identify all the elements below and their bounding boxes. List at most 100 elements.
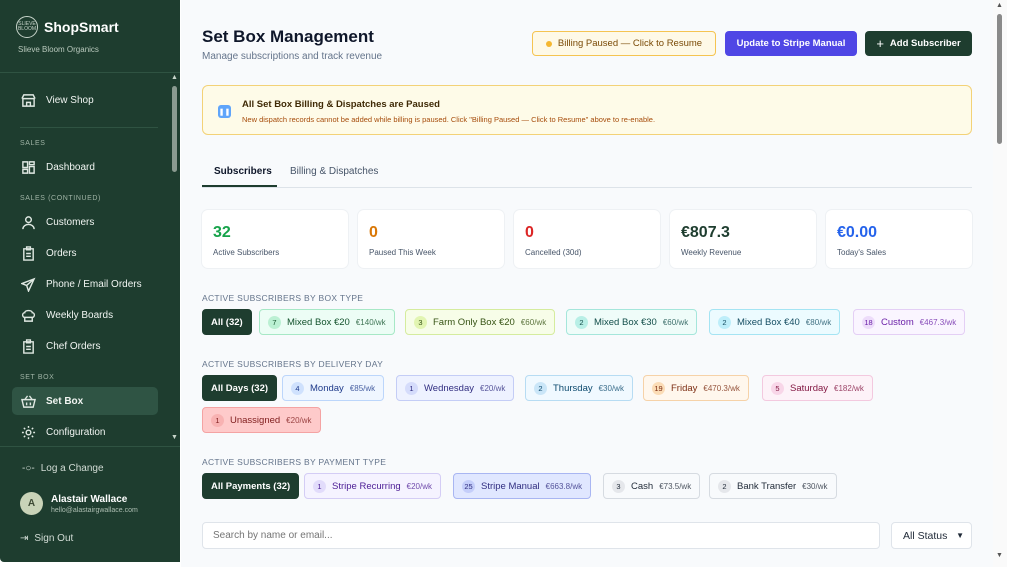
sidebar-item-label: Orders (46, 247, 77, 259)
chef-hat-icon (21, 309, 36, 322)
stat-value: €0.00 (837, 224, 878, 241)
chip-label: Unassigned (230, 414, 281, 426)
chip-label: Mixed Box €20 (287, 316, 350, 328)
filter-chip-mixed-box-20[interactable]: 7 Mixed Box €20 €140/wk (259, 309, 395, 335)
sidebar-item-label: Customers (46, 216, 95, 228)
status-dot-icon (545, 40, 552, 47)
chip-count: 1 (211, 413, 224, 427)
filter-chip-all-days[interactable]: All Days (32) (202, 375, 277, 401)
page-title: Set Box Management (202, 27, 374, 46)
brand: SLIEVE BLOOM ShopSmart (16, 16, 119, 38)
chip-label: Bank Transfer (737, 480, 797, 492)
main-scrollbar[interactable]: ▲ ▼ (993, 0, 1007, 567)
sign-out-icon: ⇥ (20, 533, 29, 544)
chip-count: 3 (612, 479, 625, 493)
filter-chip-cash[interactable]: 3 Cash €73.5/wk (603, 473, 701, 499)
stat-value: 32 (213, 224, 231, 241)
sidebar-item-weekly-boards[interactable]: Weekly Boards (12, 301, 158, 329)
billing-paused-button[interactable]: Billing Paused — Click to Resume (532, 31, 716, 56)
sidebar-item-chef-orders[interactable]: Chef Orders (12, 332, 158, 360)
stat-value: 0 (369, 224, 378, 241)
chip-label: Stripe Manual (481, 480, 540, 492)
filter-chip-wednesday[interactable]: 1 Wednesday €20/wk (396, 375, 515, 401)
chip-rate: €20/wk (480, 383, 506, 393)
filter-chip-farm-only-box-20[interactable]: 3 Farm Only Box €20 €60/wk (405, 309, 556, 335)
scroll-down-icon[interactable]: ▼ (171, 434, 178, 441)
status-filter-select[interactable]: All Status ▼ (891, 522, 972, 549)
add-subscriber-button[interactable]: + Add Subscriber (865, 31, 972, 56)
chip-count: 3 (414, 315, 427, 329)
divider (0, 72, 180, 73)
stat-card-active-subscribers: 32 Active Subscribers (202, 210, 348, 268)
sign-out-button[interactable]: ⇥ Sign Out (20, 533, 73, 544)
stat-card-todays-sales: €0.00 Today's Sales (826, 210, 972, 268)
plus-icon: + (876, 36, 884, 51)
sign-out-label: Sign Out (34, 533, 74, 544)
chip-label: Mixed Box €40 (737, 316, 800, 328)
filter-chip-stripe-manual[interactable]: 25 Stripe Manual €663.8/wk (453, 473, 592, 499)
chip-count: 25 (462, 479, 475, 493)
filter-chip-mixed-box-30[interactable]: 2 Mixed Box €30 €60/wk (566, 309, 698, 335)
filter-chip-bank-transfer[interactable]: 2 Bank Transfer €30/wk (709, 473, 837, 499)
filter-chip-thursday[interactable]: 2 Thursday €30/wk (525, 375, 633, 401)
basket-icon (21, 394, 36, 408)
chip-label: All Payments (32) (211, 480, 291, 492)
update-stripe-manual-button[interactable]: Update to Stripe Manual (725, 31, 857, 56)
sidebar-item-orders[interactable]: Orders (12, 239, 158, 267)
chip-label: Stripe Recurring (332, 480, 401, 492)
filter-chip-stripe-recurring[interactable]: 1 Stripe Recurring €20/wk (304, 473, 441, 499)
tab-subscribers[interactable]: Subscribers (214, 166, 272, 177)
sidebar: SLIEVE BLOOM ShopSmart Slieve Bloom Organ… (0, 0, 180, 562)
filter-chip-monday[interactable]: 4 Monday €85/wk (282, 375, 385, 401)
chip-count: 1 (313, 479, 326, 493)
filter-chip-mixed-box-40[interactable]: 2 Mixed Box €40 €80/wk (709, 309, 841, 335)
chip-count: 2 (575, 315, 588, 329)
search-input[interactable] (202, 522, 880, 549)
stat-card-paused-this-week: 0 Paused This Week (358, 210, 504, 268)
scroll-up-icon[interactable]: ▲ (171, 74, 178, 81)
store-icon (21, 93, 36, 107)
scrollbar-thumb[interactable] (172, 86, 177, 172)
tab-billing-dispatches[interactable]: Billing & Dispatches (290, 166, 378, 177)
sidebar-item-dashboard[interactable]: Dashboard (12, 153, 158, 181)
sidebar-item-customers[interactable]: Customers (12, 208, 158, 236)
brand-subtitle: Slieve Bloom Organics (18, 45, 99, 54)
filter-chip-unassigned[interactable]: 1 Unassigned €20/wk (202, 407, 321, 433)
sidebar-item-label: Phone / Email Orders (46, 278, 142, 290)
user-name: Alastair Wallace (51, 493, 128, 505)
log-change-link[interactable]: -○- Log a Change (22, 463, 104, 474)
chip-count: 2 (534, 381, 547, 395)
scroll-up-icon[interactable]: ▲ (996, 2, 1003, 9)
filter-chip-friday[interactable]: 19 Friday €470.3/wk (643, 375, 749, 401)
filter-chip-saturday[interactable]: 5 Saturday €182/wk (762, 375, 873, 401)
user-icon (22, 215, 35, 229)
chip-count: 7 (268, 315, 281, 329)
sidebar-section-set-box: SET BOX (20, 374, 55, 381)
chip-label: All (32) (211, 316, 243, 328)
filter-chip-all-payments[interactable]: All Payments (32) (202, 473, 299, 499)
user-profile[interactable]: A Alastair Wallace hello@alastairgwallac… (20, 492, 138, 515)
sidebar-item-view-shop[interactable]: View Shop (12, 86, 158, 114)
sidebar-section-sales: SALES (20, 140, 46, 147)
chevron-down-icon: ▼ (956, 531, 964, 540)
clipboard-icon (23, 245, 34, 261)
scroll-down-icon[interactable]: ▼ (996, 552, 1003, 559)
filter-chip-custom[interactable]: 18 Custom €467.3/wk (853, 309, 966, 335)
chip-rate: €85/wk (349, 383, 376, 393)
stat-card-cancelled: 0 Cancelled (30d) (514, 210, 660, 268)
filter-chip-all-box-types[interactable]: All (32) (202, 309, 252, 335)
chip-label: Mixed Box €30 (594, 316, 657, 328)
chip-rate: €60/wk (520, 317, 547, 327)
scrollbar-thumb[interactable] (997, 14, 1002, 144)
sidebar-scrollbar[interactable]: ▲ ▼ (170, 74, 179, 444)
stat-card-weekly-revenue: €807.3 Weekly Revenue (670, 210, 816, 268)
chip-rate: €30/wk (802, 481, 828, 491)
window-edge (1007, 0, 1024, 567)
chip-count: 1 (405, 381, 418, 395)
billing-paused-alert: ❚❚ All Set Box Billing & Dispatches are … (202, 85, 972, 135)
sidebar-item-phone-email-orders[interactable]: Phone / Email Orders (12, 270, 158, 298)
divider (20, 127, 158, 128)
sidebar-item-set-box[interactable]: Set Box (12, 387, 158, 415)
sidebar-item-configuration[interactable]: Configuration (12, 418, 158, 446)
chip-label: Farm Only Box €20 (433, 316, 515, 328)
